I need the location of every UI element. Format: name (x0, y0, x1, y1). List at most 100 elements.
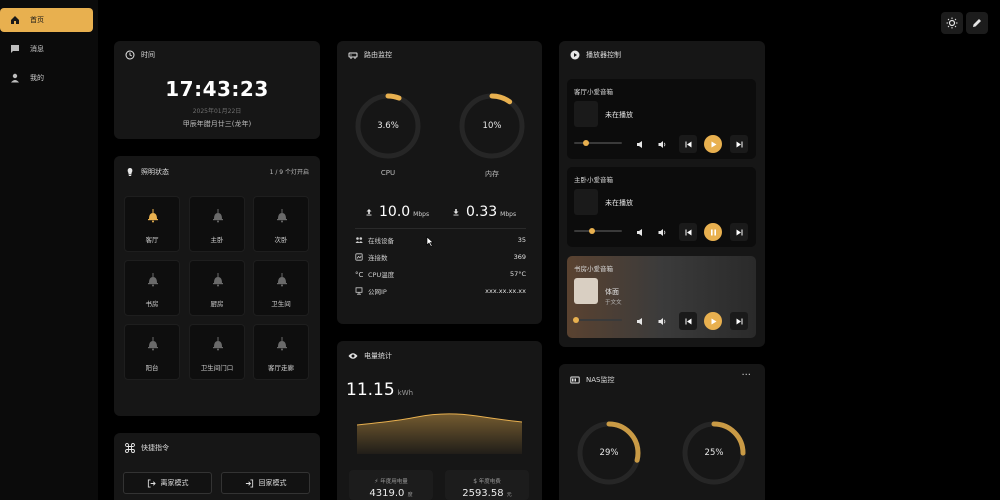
volume-up-button[interactable] (656, 312, 668, 330)
previous-track-button[interactable] (679, 135, 697, 153)
light-tile[interactable]: 主卧 (189, 196, 245, 252)
skip-previous-icon (685, 141, 691, 147)
play-pause-button[interactable] (704, 312, 722, 330)
next-track-button[interactable] (730, 312, 748, 330)
theme-toggle-button[interactable] (941, 12, 963, 34)
light-tile-label: 客厅走廊 (268, 364, 294, 372)
message-icon (11, 45, 19, 53)
previous-track-button[interactable] (679, 223, 697, 241)
nas-title: NAS监控 (586, 376, 615, 384)
upload-speed-value: 10.0 (379, 204, 411, 220)
progress-knob[interactable] (583, 140, 589, 146)
volume-down-button[interactable] (634, 312, 646, 330)
album-art (574, 278, 598, 304)
skip-next-icon (736, 318, 742, 324)
power-card: 电量统计 11.15 kWh ⚡ 年度用电量 4319.0 度 $ 年度电费 25… (337, 341, 542, 500)
album-art (574, 101, 598, 127)
nav-item-label: 我的 (30, 74, 44, 82)
nav-item-messages[interactable]: 消息 (0, 37, 93, 61)
progress-bar[interactable] (574, 140, 622, 146)
light-tile[interactable]: 阳台 (124, 324, 180, 380)
current-time: 17:43:23 (165, 77, 269, 101)
time-card: 时间 17:43:23 2025年01月22日 甲辰年腊月廿三(龙年) (114, 41, 320, 139)
download-speed: 0.33 Mbps (452, 204, 516, 220)
nas-gauge-1-value: 29% (599, 448, 619, 458)
next-track-button[interactable] (730, 135, 748, 153)
ceiling-lamp-icon (213, 337, 223, 351)
progress-bar[interactable] (573, 317, 622, 323)
yearly-power-unit: 度 (407, 492, 413, 498)
stat-value: 57°C (509, 270, 526, 278)
edit-button[interactable] (966, 12, 988, 34)
upload-icon (366, 209, 372, 216)
previous-track-button[interactable] (679, 312, 697, 330)
progress-knob[interactable] (589, 228, 595, 234)
yearly-power-value: 4319.0 度 (349, 488, 433, 499)
player-card: 书房小爱音箱 体面 于文文 (567, 256, 756, 338)
stat-label: 连接数 (368, 254, 388, 262)
shortcuts-card: 快捷指令 离家模式 回家模式 (114, 433, 320, 500)
album-art (574, 189, 598, 215)
volume-low-icon (636, 317, 642, 325)
light-tile[interactable]: 客厅 (124, 196, 180, 252)
current-date: 2025年01月22日 (192, 108, 242, 115)
router-icon (348, 52, 358, 59)
stat-value: xxx.xx.xx.xx (485, 287, 526, 295)
clock-icon (125, 50, 135, 60)
card-title: 播放器控制 (570, 50, 621, 60)
card-title: NAS监控 (570, 375, 614, 385)
yearly-cost-value: 2593.58 元 (445, 488, 529, 499)
connections-icon (355, 253, 363, 261)
light-tile[interactable]: 书房 (124, 260, 180, 316)
light-tile-label: 客厅 (145, 236, 159, 244)
home-mode-button[interactable]: 回家模式 (221, 472, 310, 494)
light-tile[interactable]: 次卧 (253, 196, 309, 252)
light-tile[interactable]: 卫生间门口 (189, 324, 245, 380)
volume-low-icon (636, 140, 642, 148)
player-name: 客厅小爱音箱 (574, 88, 613, 96)
nav-item-home[interactable]: 首页 (0, 8, 93, 32)
stat-label: 在线设备 (368, 237, 394, 245)
away-mode-button[interactable]: 离家模式 (123, 472, 212, 494)
volume-down-button[interactable] (634, 135, 646, 153)
play-pause-button[interactable] (704, 135, 722, 153)
download-icon (453, 209, 459, 216)
devices-icon (355, 237, 363, 243)
light-tile[interactable]: 厨房 (189, 260, 245, 316)
away-mode-label: 离家模式 (160, 479, 189, 487)
yearly-cost-number: 2593.58 (462, 488, 504, 499)
router-card: 路由监控 3.6% CPU 10% 内存 10.0 Mbps 0.33 Mbps… (337, 41, 542, 324)
time-card-title: 时间 (141, 51, 155, 59)
light-tile[interactable]: 客厅走廊 (253, 324, 309, 380)
card-title: 路由监控 (348, 50, 392, 60)
user-icon (11, 73, 19, 83)
power-title: 电量统计 (364, 352, 392, 360)
ceiling-lamp-icon (148, 337, 158, 351)
nas-card: NAS监控 ··· 29% 25% (559, 364, 765, 500)
nav-item-profile[interactable]: 我的 (0, 66, 93, 90)
light-tile[interactable]: 卫生间 (253, 260, 309, 316)
volume-up-button[interactable] (656, 223, 668, 241)
progress-bar[interactable] (574, 228, 622, 234)
progress-knob[interactable] (573, 317, 579, 323)
light-tile-label: 次卧 (274, 236, 288, 244)
lights-on-count: 1 / 9 个灯开启 (269, 169, 309, 176)
sun-icon (946, 17, 958, 29)
stat-row-temperature: °C CPU温度 57°C (355, 267, 526, 281)
ceiling-lamp-icon (277, 209, 287, 223)
player-name: 书房小爱音箱 (574, 265, 613, 273)
light-tile-label: 卫生间 (271, 300, 291, 308)
volume-down-button[interactable] (634, 223, 646, 241)
memory-label: 内存 (485, 170, 499, 178)
play-pause-button[interactable] (704, 223, 722, 241)
pencil-icon (973, 19, 981, 27)
play-icon (711, 141, 716, 147)
nas-menu-button[interactable]: ··· (741, 370, 751, 381)
ceiling-lamp-icon (277, 273, 287, 287)
stat-row-public-ip: 公网IP xxx.xx.xx.xx (355, 284, 526, 298)
volume-up-button[interactable] (656, 135, 668, 153)
player-name: 主卧小爱音箱 (574, 176, 613, 184)
cpu-usage-value: 3.6% (377, 121, 399, 131)
card-title: 照明状态 (125, 167, 169, 177)
next-track-button[interactable] (730, 223, 748, 241)
